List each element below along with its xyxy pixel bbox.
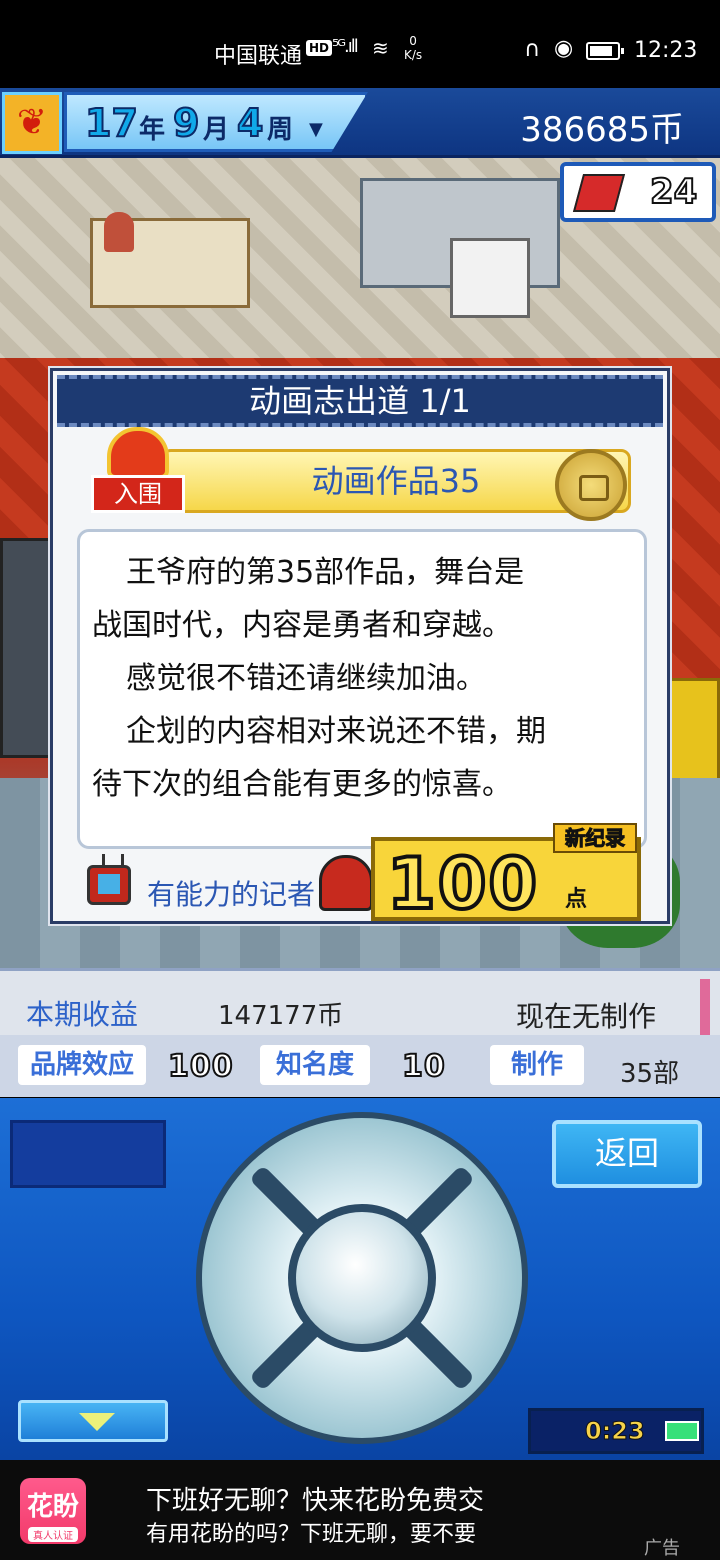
brand-value: 100: [167, 1048, 234, 1085]
game-top-bar: ❦ 17 年 9 月 4 周 ▼ 386685币: [0, 88, 720, 158]
score-value: 100: [385, 841, 540, 927]
review-line: 待下次的组合能有更多的惊喜。: [92, 767, 512, 802]
date-month-unit: 月: [203, 115, 230, 145]
chevron-down-icon: ▼: [309, 119, 323, 140]
date-week-unit: 周: [267, 115, 294, 145]
review-line: 企划的内容相对来说还不错，期: [126, 714, 546, 749]
game-screen: 中国联通 HD ⁵ᴳ.ıll ≋ 0 K/s ∩ ◉ 12:23 ❦ 17 年 9…: [0, 0, 720, 1560]
income-label: 本期收益: [26, 998, 139, 1031]
nominated-label: 入围: [91, 475, 185, 513]
fame-value: 10: [401, 1048, 446, 1085]
menu-slot[interactable]: [10, 1120, 166, 1188]
notebook-counter[interactable]: 24: [560, 162, 716, 222]
timer-text: 0:23: [585, 1417, 646, 1446]
ad-logo[interactable]: 花盼 真人认证: [20, 1478, 86, 1544]
reporter-name: 有能力的记者: [147, 878, 316, 911]
scroll-down-button[interactable]: [18, 1400, 168, 1442]
new-record-badge: 新纪录: [553, 823, 637, 853]
fame-label: 知名度: [260, 1045, 370, 1085]
stats-row: 品牌效应 100 知名度 10 制作 35部: [0, 1035, 720, 1097]
notebook-icon: [572, 174, 626, 212]
carrier-name: 中国联通: [214, 44, 303, 69]
back-button[interactable]: 返回: [552, 1120, 702, 1188]
tv-icon: [87, 865, 131, 905]
brand-label: 品牌效应: [18, 1045, 146, 1085]
crown-badge: 入围: [91, 427, 185, 517]
eye-icon: ◉: [554, 36, 574, 61]
income-value: 147177币: [218, 1001, 344, 1031]
whiteboard: [450, 238, 530, 318]
ad-tag: 广告: [644, 1538, 680, 1559]
date-selector[interactable]: 17 年 9 月 4 周 ▼: [64, 92, 368, 152]
scroll-indicator: [700, 979, 710, 1037]
dialog-title: 动画志出道 1/1: [57, 375, 663, 427]
review-line: 感觉很不错还请继续加油。: [126, 661, 486, 696]
date-year-unit: 年: [139, 115, 166, 145]
hd-icon: HD: [306, 40, 333, 56]
clock: 12:23: [634, 38, 698, 63]
production-status: 现在无制作: [516, 1000, 657, 1033]
crown-icon: [107, 427, 169, 479]
works-value: 35部: [620, 1059, 680, 1089]
ad-banner[interactable]: 花盼 真人认证 下班好无聊？快来花盼免费交 有用花盼的吗？下班无聊，要不要 广告: [0, 1460, 720, 1560]
date-year: 17: [84, 100, 139, 146]
receptionist-figure: [104, 212, 134, 252]
date-month: 9: [172, 100, 200, 146]
review-line: 战国时代，内容是勇者和穿越。: [92, 608, 512, 643]
date-week: 4: [236, 100, 264, 146]
signal-icon: ⁵ᴳ.ıll: [332, 36, 359, 57]
headset-icon: ∩: [524, 37, 541, 62]
score-unit: 点: [565, 887, 588, 912]
coin-balance: 386685币: [520, 110, 684, 150]
studio-info-panel: 本期收益 147177币 现在无制作 品牌效应 100 知名度 10 制作 35…: [0, 968, 720, 1097]
magazine-review-dialog[interactable]: 动画志出道 1/1 动画作品35 入围 王爷府的第35部作品，舞台是 战国时代，…: [50, 368, 670, 927]
battery-icon: [586, 42, 624, 60]
notebook-count: 24: [649, 171, 698, 213]
review-line: 王爷府的第35部作品，舞台是: [126, 555, 525, 590]
review-text-box: 王爷府的第35部作品，舞台是 战国时代，内容是勇者和穿越。 感觉很不错还请继续加…: [77, 529, 647, 849]
dpad-center-button[interactable]: [288, 1204, 436, 1352]
ad-logo-text: 花盼: [26, 1492, 79, 1522]
maple-leaf-icon[interactable]: ❦: [2, 92, 62, 154]
ad-subline[interactable]: 有用花盼的吗？下班无聊，要不要: [146, 1516, 476, 1548]
battery-icon: [665, 1421, 699, 1441]
triangle-down-icon: [79, 1413, 115, 1431]
dpad[interactable]: [196, 1112, 528, 1444]
ad-headline[interactable]: 下班好无聊？快来花盼免费交: [146, 1480, 484, 1517]
gold-medal-icon: [555, 449, 627, 521]
reporter-avatar: [319, 855, 373, 911]
wifi-icon: ≋: [372, 36, 389, 60]
works-label: 制作: [490, 1045, 584, 1085]
game-controller: 返回 0:23: [0, 1098, 720, 1460]
net-speed: 0 K/s: [404, 34, 423, 62]
ad-logo-sub: 真人认证: [28, 1527, 78, 1542]
status-bar: 中国联通 HD ⁵ᴳ.ıll ≋ 0 K/s ∩ ◉ 12:23: [0, 0, 720, 88]
play-timer: 0:23: [528, 1408, 704, 1454]
